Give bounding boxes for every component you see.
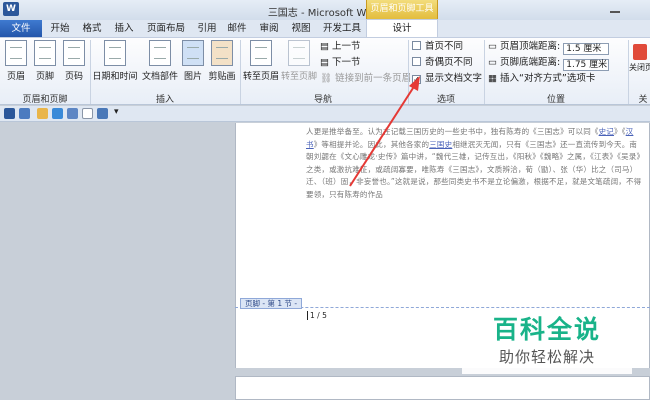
page-number-icon [63,40,85,66]
header-position-icon: ▭ [488,41,500,52]
next-section-button[interactable]: ▤ 下一节 [320,56,361,70]
print-preview-icon[interactable] [97,108,108,119]
checkbox-icon[interactable] [412,57,421,66]
header-icon [5,40,27,66]
date-time-button[interactable]: 日期和时间 [92,40,138,82]
footer-distance-input[interactable]: 1.75 厘米 [563,59,610,71]
tab-file[interactable]: 文件 [0,20,42,38]
calendar-icon [104,40,126,66]
goto-header-icon [250,40,272,66]
link-icon: ⛓ [320,73,336,84]
minimize-icon[interactable] [610,11,620,13]
picture-icon [182,40,204,66]
footer-button[interactable]: 页脚 [32,40,58,82]
tab-home[interactable]: 开始 [44,20,76,38]
edit-icon[interactable] [67,108,78,119]
goto-header-button[interactable]: 转至页眉 [242,40,280,82]
close-icon [632,44,647,60]
footer-section-tag: 页脚 - 第 1 节 - [240,298,303,309]
quick-parts-button[interactable]: 文档部件 [140,40,180,82]
checkbox-checked-icon[interactable]: ✓ [412,75,421,84]
body-link[interactable]: 三国史 [429,140,452,149]
refresh-icon[interactable] [52,108,63,119]
group-label-navigation: 导航 [313,95,332,105]
customize-toolbar-icon[interactable]: ▾ [114,107,119,117]
clip-art-button[interactable]: 剪贴画 [206,40,238,82]
window-title: 三国志 - Microsoft Word [267,8,383,19]
tab-design[interactable]: 设计 [366,19,438,38]
link-to-previous-button[interactable]: ⛓ 链接到前一条页眉 [320,72,411,86]
tab-review[interactable]: 审阅 [254,20,284,38]
group-separator [484,40,485,104]
body-text: 人更是推举备至。认为在记载三国历史的一些史书中，独有陈寿的《三国志》可以同《史记… [306,126,642,201]
context-tab-group-header: 页眉和页脚工具 [366,0,438,20]
save-icon[interactable] [4,108,15,119]
group-label-position: 位置 [546,95,565,105]
group-label-options: 选项 [436,95,455,105]
footer-icon [34,40,56,66]
tab-references[interactable]: 引用 [192,20,222,38]
header-top-distance-row: ▭ 页眉顶端距离: 1.5 厘米 [488,40,610,55]
clip-art-icon [211,40,233,66]
quick-parts-icon [149,40,171,66]
undo-icon[interactable] [19,108,30,119]
group-separator [408,40,409,104]
header-button[interactable]: 页眉 [4,40,28,82]
insert-alignment-tab-button[interactable]: ▦ 插入“对齐方式”选项卡 [488,72,595,86]
body-text-segment: 人更是推举备至。认为在记载三国历史的一些史书中，独有陈寿的《三国志》可以同《 [306,127,599,136]
header-distance-input[interactable]: 1.5 厘米 [563,43,610,55]
page-number-button[interactable]: 页码 [62,40,86,82]
different-odd-even-option[interactable]: 奇偶页不同 [412,56,473,70]
group-label-header-footer: 页眉和页脚 [22,95,68,105]
group-separator [90,40,91,104]
alignment-tab-icon: ▦ [488,73,500,84]
footer-bottom-distance-row: ▭ 页脚底端距离: 1.75 厘米 [488,56,610,71]
picture-button[interactable]: 图片 [180,40,206,82]
watermark-subtitle: 助你轻松解决 [498,348,595,366]
tab-format[interactable]: 格式 [76,20,108,38]
open-folder-icon[interactable] [37,108,48,119]
next-section-icon: ▤ [320,57,332,68]
goto-footer-icon [288,40,310,66]
checkbox-icon[interactable] [412,41,421,50]
body-text-segment: 》《 [614,127,626,136]
tab-view[interactable]: 视图 [286,20,316,38]
tab-insert[interactable]: 插入 [108,20,140,38]
watermark-title: 百科全说 [492,315,601,344]
tab-page-layout[interactable]: 页面布局 [140,20,192,38]
footer-position-icon: ▭ [488,57,500,68]
body-link[interactable]: 史记 [599,127,614,136]
show-document-text-option[interactable]: ✓ 显示文档文字 [412,72,482,86]
tab-developer[interactable]: 开发工具 [318,20,366,38]
different-first-page-option[interactable]: 首页不同 [412,40,463,54]
tab-mailings[interactable]: 邮件 [222,20,252,38]
goto-footer-button[interactable]: 转至页脚 [280,40,318,82]
group-label-close: 关 [638,95,648,105]
body-text-segment: 》等相提并论。因此，其他各家的 [313,139,430,149]
group-label-insert: 插入 [155,95,174,105]
new-document-icon[interactable] [82,108,93,119]
document-page-next [235,376,650,400]
window-controls [610,3,648,17]
previous-section-button[interactable]: ▤ 上一节 [320,40,361,54]
page-number-field[interactable]: 1 / 5 [307,311,327,320]
previous-section-icon: ▤ [320,41,332,52]
group-separator [240,40,241,104]
